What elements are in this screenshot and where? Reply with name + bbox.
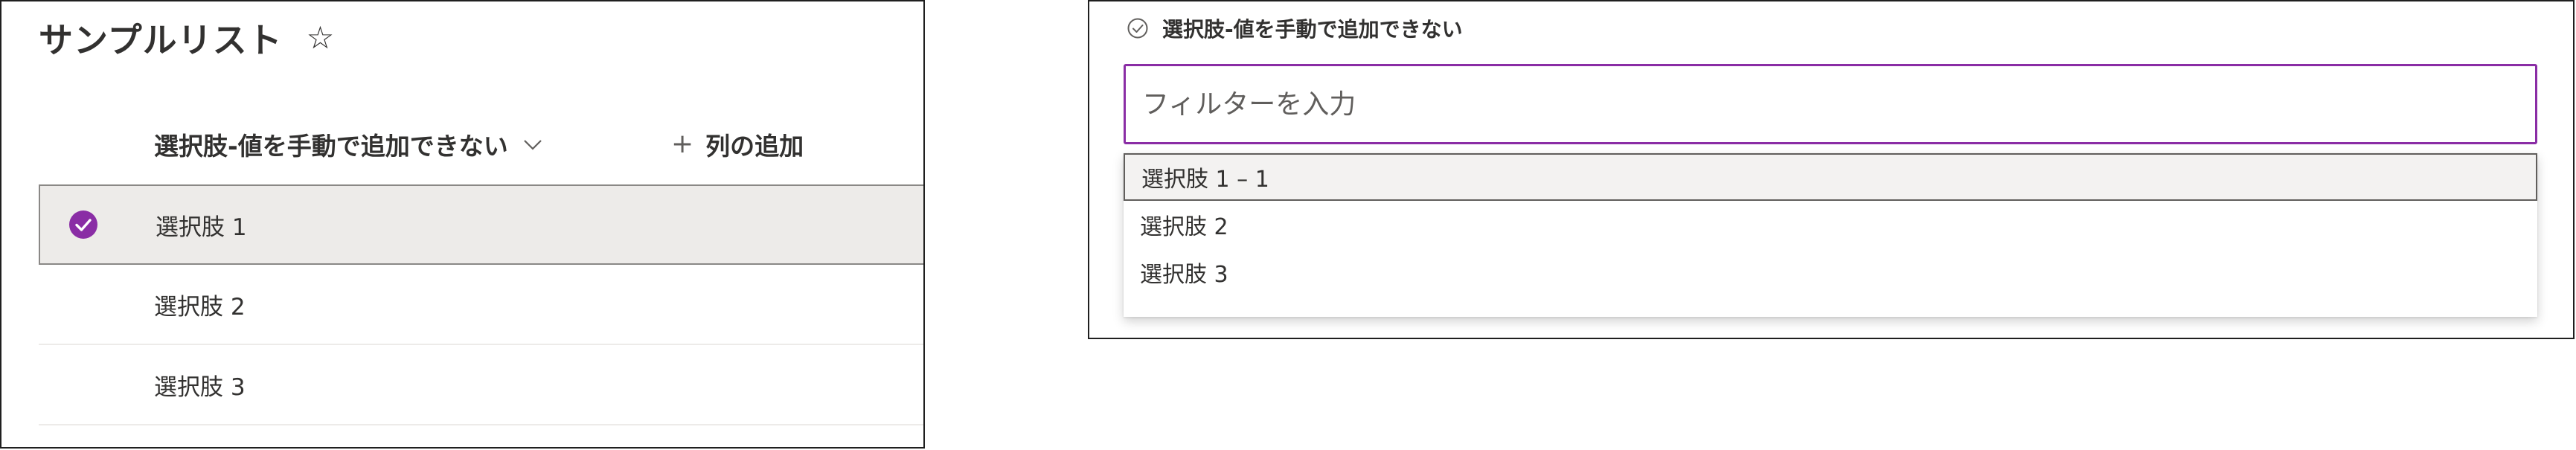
selected-check-icon[interactable] — [68, 210, 98, 240]
column-header-label: 選択肢-値を手動で追加できない — [154, 132, 508, 161]
filter-input[interactable] — [1124, 64, 2537, 144]
list-rows: 選択肢 1 選択肢 2 選択肢 3 — [39, 184, 923, 425]
list-header: サンプルリスト ☆ — [39, 12, 334, 64]
dropdown-option[interactable]: 選択肢 3 — [1124, 248, 2537, 296]
row-label: 選択肢 2 — [154, 293, 246, 321]
list-row[interactable]: 選択肢 1 — [39, 184, 923, 265]
add-column-button[interactable]: + 列の追加 — [671, 126, 804, 162]
row-label: 選択肢 1 — [156, 213, 247, 241]
plus-icon: + — [671, 129, 694, 159]
dropdown-option[interactable]: 選択肢 1 – 1 — [1124, 153, 2537, 201]
page-title: サンプルリスト — [39, 20, 283, 60]
add-column-label: 列の追加 — [705, 132, 804, 161]
column-header-row: 選択肢-値を手動で追加できない + 列の追加 — [1, 113, 923, 176]
field-header: 選択肢-値を手動で追加できない — [1127, 13, 1463, 43]
choice-dropdown-panel: 選択肢-値を手動で追加できない 選択肢 1 – 1 選択肢 2 選択肢 3 — [1088, 0, 2575, 339]
field-label: 選択肢-値を手動で追加できない — [1162, 17, 1463, 42]
column-header-choice[interactable]: 選択肢-値を手動で追加できない — [154, 126, 544, 162]
row-label: 選択肢 3 — [154, 373, 246, 401]
option-label: 選択肢 1 – 1 — [1141, 167, 1269, 193]
option-label: 選択肢 2 — [1140, 214, 1228, 240]
dropdown-options: 選択肢 1 – 1 選択肢 2 選択肢 3 — [1124, 153, 2537, 317]
dropdown-option[interactable]: 選択肢 2 — [1124, 201, 2537, 248]
list-row[interactable]: 選択肢 3 — [39, 345, 923, 425]
favorite-star-icon[interactable]: ☆ — [307, 22, 335, 54]
circle-check-icon — [1127, 18, 1148, 39]
chevron-down-icon — [523, 140, 542, 150]
list-view-panel: サンプルリスト ☆ 選択肢-値を手動で追加できない + 列の追加 選択肢 1 選… — [0, 0, 925, 449]
list-row[interactable]: 選択肢 2 — [39, 265, 923, 345]
option-label: 選択肢 3 — [1140, 262, 1228, 288]
